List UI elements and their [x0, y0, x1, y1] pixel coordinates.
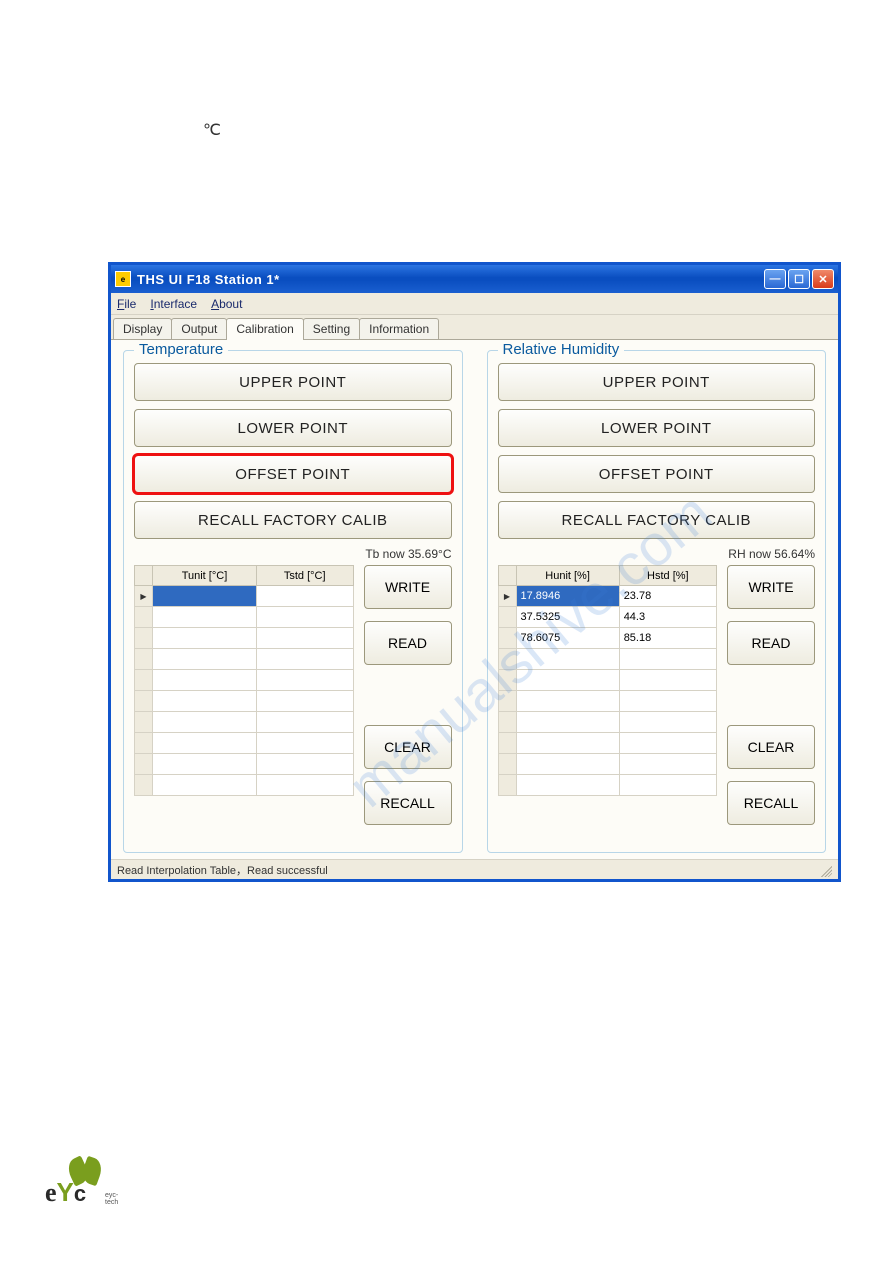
- table-row[interactable]: [135, 712, 354, 733]
- logo-subtext: eyc-tech: [105, 1192, 120, 1206]
- hum-read-button[interactable]: READ: [727, 621, 815, 665]
- menu-about[interactable]: About: [211, 297, 242, 311]
- temp-upper-point-button[interactable]: UPPER POINT: [134, 363, 452, 401]
- temp-recall-button[interactable]: RECALL: [364, 781, 452, 825]
- tab-output[interactable]: Output: [171, 318, 227, 339]
- humidity-group: Relative Humidity UPPER POINT LOWER POIN…: [487, 350, 827, 853]
- app-icon: e: [115, 271, 131, 287]
- hum-grid[interactable]: Hunit [%] Hstd [%] 17.894623.78 37.53254…: [498, 565, 718, 825]
- tab-calibration[interactable]: Calibration: [226, 318, 303, 340]
- table-row[interactable]: [498, 691, 717, 712]
- temp-clear-button[interactable]: CLEAR: [364, 725, 452, 769]
- temp-col-tunit: Tunit [°C]: [153, 566, 257, 586]
- table-row[interactable]: 17.894623.78: [498, 586, 717, 607]
- table-row[interactable]: [498, 775, 717, 796]
- humidity-legend: Relative Humidity: [498, 341, 625, 358]
- table-row[interactable]: 37.532544.3: [498, 607, 717, 628]
- hum-recall-button[interactable]: RECALL: [727, 781, 815, 825]
- temp-now-label: Tb now 35.69°C: [134, 547, 452, 561]
- status-text: Read Interpolation Table，Read successful: [117, 862, 328, 878]
- logo-text: eYc: [45, 1177, 86, 1208]
- temp-recall-factory-button[interactable]: RECALL FACTORY CALIB: [134, 501, 452, 539]
- table-row[interactable]: [498, 754, 717, 775]
- temp-read-button[interactable]: READ: [364, 621, 452, 665]
- hum-now-label: RH now 56.64%: [498, 547, 816, 561]
- table-row[interactable]: [135, 691, 354, 712]
- table-row[interactable]: [135, 607, 354, 628]
- table-row[interactable]: [135, 754, 354, 775]
- hum-clear-button[interactable]: CLEAR: [727, 725, 815, 769]
- table-row[interactable]: 78.607585.18: [498, 628, 717, 649]
- celsius-symbol: ℃: [203, 120, 221, 140]
- hum-upper-point-button[interactable]: UPPER POINT: [498, 363, 816, 401]
- menu-file[interactable]: File: [117, 297, 136, 311]
- temp-col-tstd: Tstd [°C]: [256, 566, 353, 586]
- table-row[interactable]: [135, 733, 354, 754]
- hum-recall-factory-button[interactable]: RECALL FACTORY CALIB: [498, 501, 816, 539]
- temperature-group: Temperature UPPER POINT LOWER POINT OFFS…: [123, 350, 463, 853]
- table-row[interactable]: [498, 670, 717, 691]
- content-area: Temperature UPPER POINT LOWER POINT OFFS…: [111, 339, 838, 859]
- tab-information[interactable]: Information: [359, 318, 439, 339]
- statusbar: Read Interpolation Table，Read successful: [111, 859, 838, 879]
- tab-display[interactable]: Display: [113, 318, 172, 339]
- temp-write-button[interactable]: WRITE: [364, 565, 452, 609]
- table-row[interactable]: [135, 670, 354, 691]
- window-title: THS UI F18 Station 1*: [137, 272, 764, 287]
- table-row[interactable]: [135, 628, 354, 649]
- table-row[interactable]: [498, 733, 717, 754]
- hum-write-button[interactable]: WRITE: [727, 565, 815, 609]
- tab-setting[interactable]: Setting: [303, 318, 360, 339]
- hum-offset-point-button[interactable]: OFFSET POINT: [498, 455, 816, 493]
- table-row[interactable]: [498, 712, 717, 733]
- menu-interface[interactable]: Interface: [150, 297, 197, 311]
- table-row[interactable]: [135, 775, 354, 796]
- hum-lower-point-button[interactable]: LOWER POINT: [498, 409, 816, 447]
- table-row[interactable]: [135, 586, 354, 607]
- table-row[interactable]: [498, 649, 717, 670]
- temp-offset-point-button[interactable]: OFFSET POINT: [134, 455, 452, 493]
- menubar: File Interface About: [111, 293, 838, 315]
- temp-lower-point-button[interactable]: LOWER POINT: [134, 409, 452, 447]
- resize-grip-icon[interactable]: [818, 863, 832, 877]
- hum-col-hunit: Hunit [%]: [516, 566, 619, 586]
- tab-bar: Display Output Calibration Setting Infor…: [111, 315, 838, 339]
- table-row[interactable]: [135, 649, 354, 670]
- hum-col-hstd: Hstd [%]: [619, 566, 716, 586]
- temperature-legend: Temperature: [134, 341, 228, 358]
- temp-grid[interactable]: Tunit [°C] Tstd [°C]: [134, 565, 354, 825]
- titlebar: e THS UI F18 Station 1* — ☐ ✕: [111, 265, 838, 293]
- app-window: e THS UI F18 Station 1* — ☐ ✕ File Inter…: [108, 262, 841, 882]
- maximize-button[interactable]: ☐: [788, 269, 810, 289]
- footer-logo: eYc eyc-tech: [45, 1158, 120, 1208]
- minimize-button[interactable]: —: [764, 269, 786, 289]
- close-button[interactable]: ✕: [812, 269, 834, 289]
